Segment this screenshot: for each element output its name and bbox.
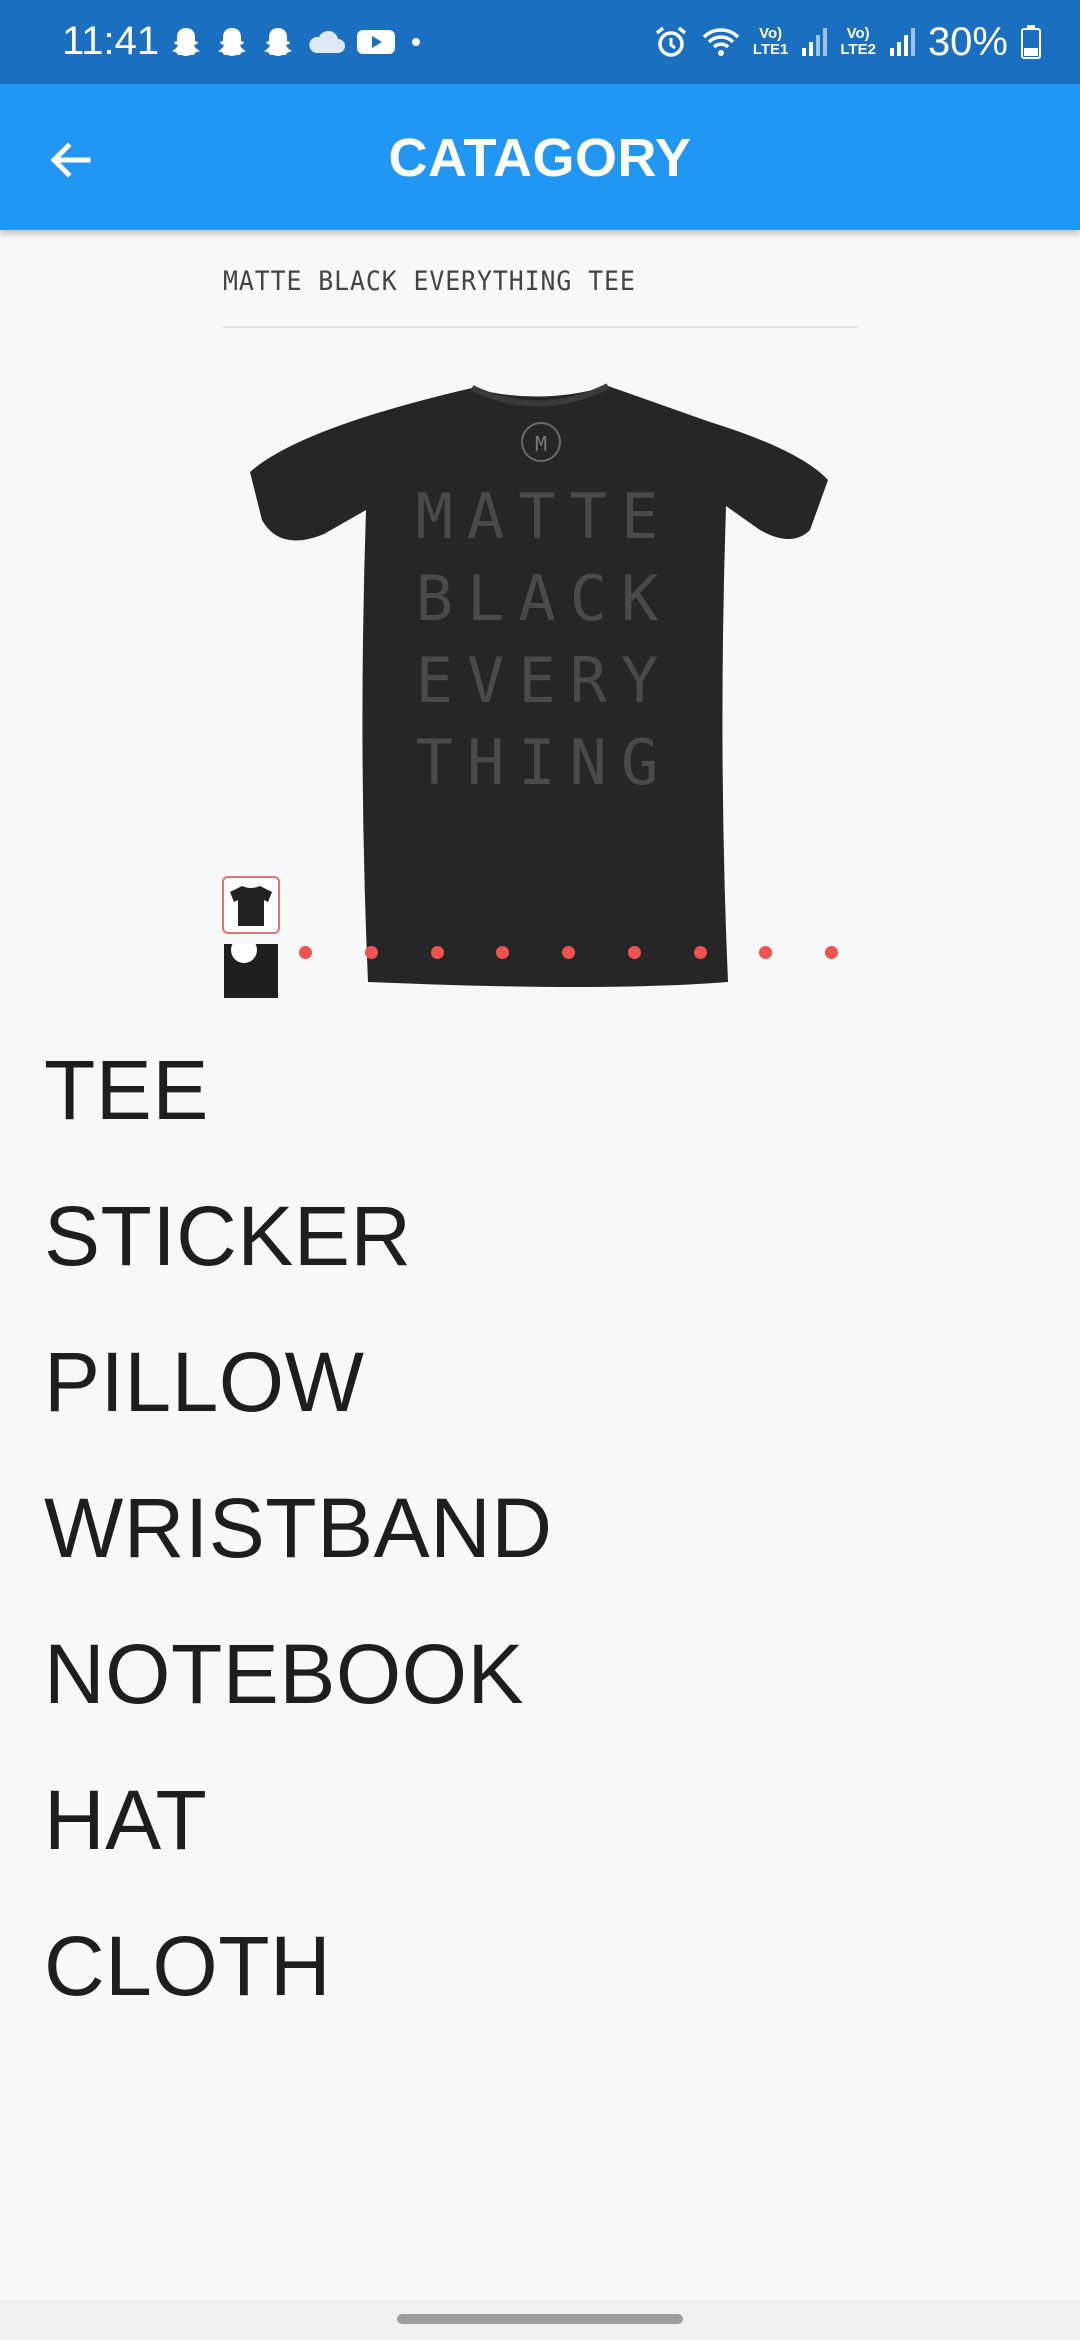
carousel-dot[interactable] <box>694 946 707 959</box>
sim1-label-top: Vo) <box>759 25 783 42</box>
category-item-sticker[interactable]: STICKER <box>44 1186 553 1332</box>
shirt-print-line: BLACK <box>416 562 673 635</box>
sim2-label-top: Vo) <box>846 25 870 42</box>
app-bar: CATAGORY <box>0 84 1080 230</box>
product-image[interactable]: M MATTE BLACK EVERY THING <box>240 370 840 990</box>
category-list: TEE STICKER PILLOW WRISTBAND NOTEBOOK HA… <box>44 1040 553 2062</box>
snapchat-icon <box>172 28 200 56</box>
sim1-label-bottom: LTE1 <box>752 41 789 58</box>
tshirt-detail-thumbnail-icon <box>224 937 278 998</box>
thumbnail-front[interactable] <box>222 876 280 934</box>
carousel-dot[interactable] <box>825 946 838 959</box>
carousel-dot[interactable] <box>431 946 444 959</box>
shirt-print-line: MATTE <box>416 480 673 553</box>
carousel-dot[interactable] <box>759 946 772 959</box>
sim2-label-bottom: LTE2 <box>840 41 876 58</box>
wifi-icon <box>702 28 740 56</box>
battery-icon <box>1021 25 1041 59</box>
carousel-indicator <box>299 940 859 964</box>
snapchat-icon <box>264 28 292 56</box>
page-title: CATAGORY <box>388 128 692 188</box>
youtube-icon <box>357 30 395 54</box>
notification-icons <box>168 22 426 62</box>
thumbnail-detail[interactable] <box>224 937 278 998</box>
signal-icon <box>802 28 828 56</box>
carousel-dot[interactable] <box>562 946 575 959</box>
signal-icon <box>889 28 915 56</box>
cloud-icon <box>309 30 345 53</box>
alarm-icon <box>655 26 686 57</box>
category-item-wristband[interactable]: WRISTBAND <box>44 1478 553 1624</box>
snapchat-icon <box>218 28 246 56</box>
status-bar: 11:41 Vo) LTE1 Vo) LTE2 30% <box>0 0 1080 84</box>
category-item-notebook[interactable]: NOTEBOOK <box>44 1624 553 1770</box>
dot-icon <box>412 38 420 46</box>
shirt-print-line: EVERY <box>416 644 673 717</box>
carousel-dot[interactable] <box>496 946 509 959</box>
product-title: MATTE BLACK EVERYTHING TEE <box>223 266 636 297</box>
category-item-pillow[interactable]: PILLOW <box>44 1332 553 1478</box>
category-item-tee[interactable]: TEE <box>44 1040 553 1186</box>
category-item-cloth[interactable]: CLOTH <box>44 1916 553 2062</box>
battery-percent: 30% <box>927 20 1008 64</box>
category-item-hat[interactable]: HAT <box>44 1770 553 1916</box>
status-time: 11:41 <box>62 19 160 63</box>
carousel-dot[interactable] <box>299 946 312 959</box>
carousel-dot[interactable] <box>628 946 641 959</box>
tshirt-thumbnail-icon <box>230 886 272 926</box>
sim2-label: Vo) LTE2 <box>840 26 876 58</box>
home-gesture-handle[interactable] <box>397 2314 683 2324</box>
sim1-label: Vo) LTE1 <box>753 26 789 58</box>
shirt-logo-letter: M <box>535 432 547 456</box>
carousel-dot[interactable] <box>365 946 378 959</box>
system-icons: Vo) LTE1 Vo) LTE2 30% <box>653 18 1042 66</box>
system-nav-bar <box>0 2300 1080 2340</box>
shirt-print-line: THING <box>416 726 673 799</box>
title-divider <box>223 326 858 328</box>
